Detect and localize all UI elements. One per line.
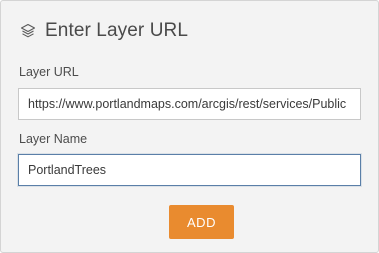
add-button[interactable]: ADD (169, 205, 234, 239)
enter-layer-url-panel: Enter Layer URL Layer URL Layer Name ADD (0, 0, 379, 253)
layer-url-input[interactable] (18, 88, 361, 120)
panel-title: Enter Layer URL (45, 20, 189, 41)
layers-icon (19, 22, 37, 40)
layer-name-label: Layer Name (19, 132, 88, 146)
layer-name-input[interactable] (18, 154, 361, 186)
layer-url-label: Layer URL (19, 65, 79, 79)
panel-header: Enter Layer URL (19, 18, 188, 44)
